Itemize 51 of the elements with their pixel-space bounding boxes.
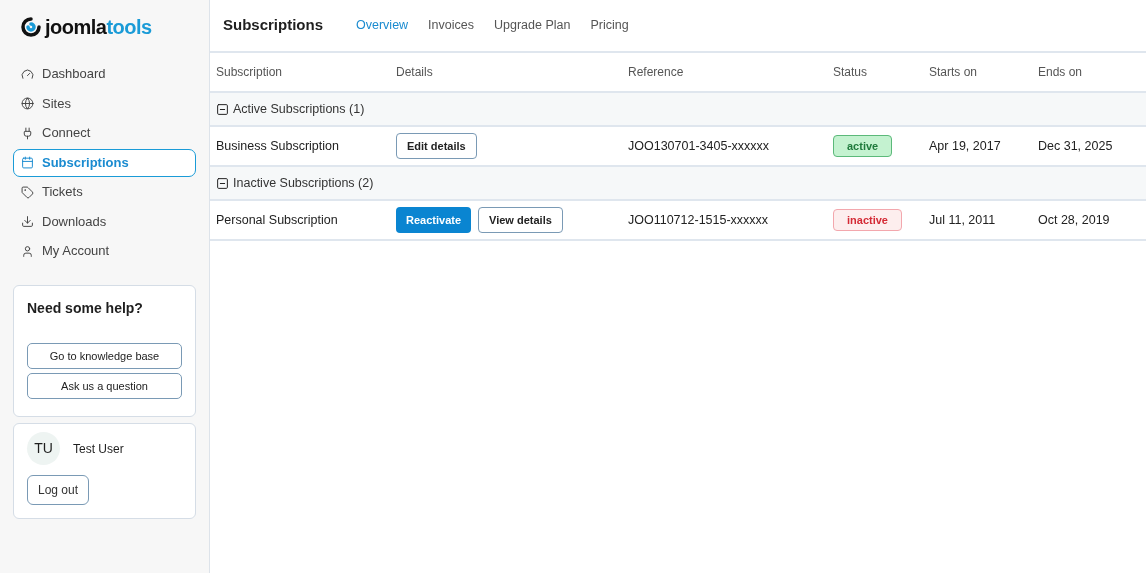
table-cell-text: Dec 31, 2025 <box>1038 137 1114 155</box>
table-cell-text: Apr 19, 2017 <box>929 137 1002 155</box>
calendar-icon <box>21 156 34 169</box>
help-button[interactable]: Go to knowledge base <box>27 343 182 369</box>
avatar: TU <box>27 432 60 465</box>
gauge-icon <box>21 67 34 81</box>
sidebar-item[interactable]: Downloads <box>13 207 196 236</box>
status-badge: inactive <box>833 208 902 232</box>
collapse-icon[interactable] <box>216 176 229 190</box>
table-cell-text: JOO110712-1515-xxxxxx <box>628 211 770 229</box>
action-button[interactable]: Reactivate <box>396 207 472 233</box>
page-title: Subscriptions <box>223 15 323 36</box>
download-icon <box>21 215 34 228</box>
action-button[interactable]: Edit details <box>396 133 477 159</box>
table-cell-text: JOO130701-3405-xxxxxx <box>628 137 771 155</box>
header-tab[interactable]: Pricing <box>590 16 629 35</box>
help-title: Need some help? <box>27 299 144 318</box>
tag-icon <box>21 185 34 199</box>
table-cell-text: Business Subscription <box>216 137 340 155</box>
logout-button[interactable]: Log out <box>27 475 90 505</box>
column-header: Starts on <box>929 64 979 81</box>
sidebar-item[interactable]: Tickets <box>13 178 196 206</box>
help-button[interactable]: Ask us a question <box>27 373 182 399</box>
header-tab[interactable]: Invoices <box>428 16 474 35</box>
sidebar-item[interactable]: Connect <box>13 119 196 147</box>
header-tab[interactable]: Overview <box>356 16 409 35</box>
sidebar-item[interactable]: Dashboard <box>13 60 196 88</box>
column-header: Ends on <box>1038 64 1084 81</box>
sidebar-item[interactable]: My Account <box>13 237 196 265</box>
table-cell-text: Personal Subscription <box>216 211 339 229</box>
globe-icon <box>21 97 34 110</box>
table-cell-text: Oct 28, 2019 <box>1038 211 1111 229</box>
table-cell-text: Jul 11, 2011 <box>929 211 997 229</box>
status-badge: active <box>833 134 893 158</box>
action-button[interactable]: View details <box>478 207 563 233</box>
column-header: Reference <box>628 64 685 81</box>
group-label: Active Subscriptions (1) <box>233 100 365 118</box>
user-name: Test User <box>73 440 124 458</box>
logo-text: joomla <box>45 16 107 38</box>
user-icon <box>21 244 34 258</box>
collapse-icon[interactable] <box>216 102 229 116</box>
logo-icon <box>20 16 42 38</box>
column-header: Details <box>396 64 434 81</box>
group-label: Inactive Subscriptions (2) <box>233 174 374 192</box>
logo-text: tools <box>106 16 152 38</box>
sidebar-item[interactable]: Subscriptions <box>13 148 196 177</box>
header-tab[interactable]: Upgrade Plan <box>493 16 571 35</box>
sidebar-item[interactable]: Sites <box>13 89 196 118</box>
column-header: Subscription <box>216 64 284 81</box>
column-header: Status <box>833 64 869 81</box>
plug-icon <box>21 126 34 140</box>
